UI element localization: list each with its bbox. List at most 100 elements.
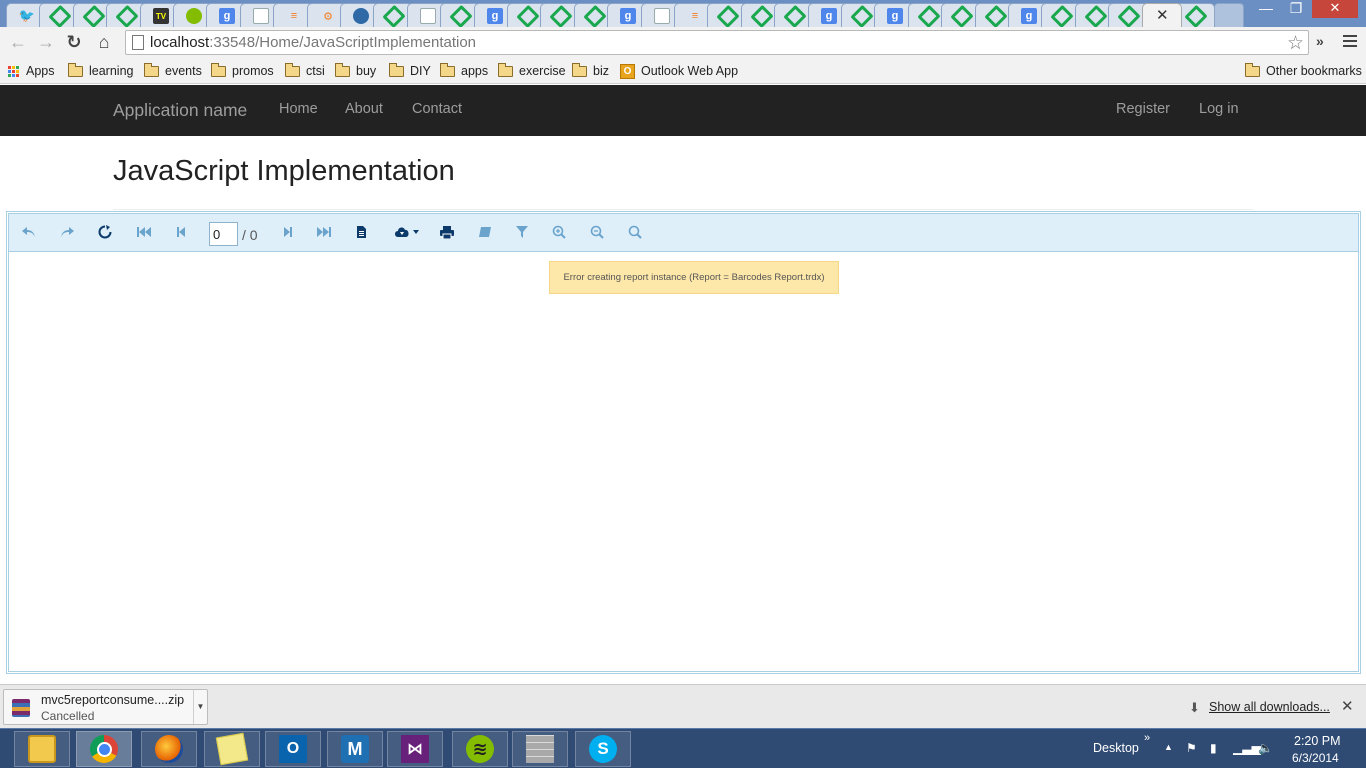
taskbar-firewall[interactable] [512,731,568,767]
next-page-icon[interactable] [278,223,298,241]
export-cloud-icon[interactable] [391,223,423,241]
tv-icon: TV [153,8,169,24]
apps-grid-icon [8,65,19,77]
undo-icon[interactable] [19,223,39,241]
folder-icon [210,62,226,77]
wifi-signal-icon[interactable]: ▁▃▅ [1233,741,1261,755]
bookmark-folder-diy[interactable]: DIY [388,62,431,80]
taskbar-m-app[interactable]: M [327,731,383,767]
taskbar-outlook[interactable]: O [265,731,321,767]
download-arrow-icon: ⬇ [1189,700,1200,715]
chevron-down-icon[interactable]: ▼ [193,690,207,724]
bookmark-star-icon[interactable]: ☆ [1287,32,1304,55]
bookmark-other[interactable]: Other bookmarks [1244,62,1362,80]
back-arrow-icon[interactable]: ← [8,32,28,52]
bookmark-folder-ctsi[interactable]: ctsi [284,62,325,80]
download-item[interactable]: mvc5reportconsume....zip Cancelled ▼ [3,689,208,725]
bookmark-folder-events[interactable]: events [143,62,202,80]
document-icon [654,8,670,24]
nav-contact[interactable]: Contact [412,101,462,117]
taskbar-firefox[interactable] [141,731,197,767]
search-icon[interactable] [625,223,645,241]
clock-date[interactable]: 6/3/2014 [1292,751,1339,765]
folder-icon [1244,62,1260,77]
menu-icon[interactable] [1342,32,1358,48]
new-tab-button[interactable] [1214,3,1244,27]
restore-button[interactable]: ❐ [1282,0,1310,18]
green-diamond-icon [1121,8,1137,24]
battery-icon[interactable]: ▮ [1210,741,1217,755]
first-page-icon[interactable] [134,223,154,241]
taskbar-chrome[interactable] [76,731,132,767]
bookmark-folder-exercise[interactable]: exercise [497,62,566,80]
nav-home[interactable]: Home [279,101,318,117]
home-icon[interactable]: ⌂ [94,32,114,52]
bookmark-folder-buy[interactable]: buy [334,62,376,80]
close-icon[interactable]: ✕ [1341,697,1354,715]
url-host: localhost [150,34,210,51]
firefox-icon [155,735,183,763]
green-diamond-icon [86,8,102,24]
folder-icon [497,62,513,77]
bookmark-folder-promos[interactable]: promos [210,62,274,80]
address-bar[interactable]: localhost:33548/Home/JavaScriptImplement… [125,30,1309,55]
folder-icon [143,62,159,77]
stackoverflow-icon: ≡ [290,10,298,22]
print-preview-icon[interactable] [475,223,495,241]
green-diamond-icon [854,8,870,24]
bookmark-label: Apps [26,64,55,78]
report-viewer-toolbar: / 0 [9,214,1358,252]
taskbar-spotify[interactable]: ≋ [452,731,508,767]
spotify-icon [186,8,202,24]
bookmark-folder-learning[interactable]: learning [67,62,133,80]
bookmark-folder-apps[interactable]: apps [439,62,488,80]
taskbar-sticky-notes[interactable] [204,731,260,767]
reload-icon[interactable]: ↻ [64,32,84,52]
extensions-overflow-icon[interactable]: » [1316,33,1324,49]
taskbar-skype[interactable]: S [575,731,631,767]
browser-tab-active[interactable]: ✕ [1142,3,1182,27]
green-diamond-icon [1088,8,1104,24]
google-icon: g [219,8,235,24]
document-map-icon[interactable] [351,223,371,241]
folder-icon [388,62,404,77]
minimize-button[interactable]: — [1252,0,1280,18]
show-all-downloads-link[interactable]: Show all downloads... [1209,700,1330,714]
url-text[interactable]: localhost:33548/Home/JavaScriptImplement… [150,34,476,51]
window-close-button[interactable]: ✕ [1312,0,1358,18]
bookmark-label: promos [232,64,274,78]
nav-register[interactable]: Register [1116,101,1170,117]
forward-arrow-icon[interactable]: → [36,32,56,52]
close-tab-icon[interactable]: ✕ [1156,6,1169,24]
tray-overflow-icon[interactable]: ▲ [1164,742,1173,752]
bookmark-folder-biz[interactable]: biz [571,62,609,80]
zoom-in-icon[interactable] [549,223,569,241]
last-page-icon[interactable] [314,223,334,241]
filter-icon[interactable] [512,223,532,241]
google-icon: g [887,8,903,24]
brand-link[interactable]: Application name [113,100,247,121]
nav-about[interactable]: About [345,101,383,117]
bookmark-apps[interactable]: Apps [8,62,55,80]
clock-time[interactable]: 2:20 PM [1294,734,1341,748]
print-icon[interactable] [437,223,457,241]
previous-page-icon[interactable] [171,223,191,241]
taskbar-file-explorer[interactable] [14,731,70,767]
redo-icon[interactable] [57,223,77,241]
bookmark-outlook[interactable]: O Outlook Web App [620,62,738,80]
zoom-out-icon[interactable] [587,223,607,241]
nav-login[interactable]: Log in [1199,101,1239,117]
action-center-flag-icon[interactable]: ⚑ [1186,741,1197,755]
folder-icon [439,62,455,77]
page-number-input[interactable] [209,222,238,246]
green-diamond-icon [453,8,469,24]
chevron-right-icon[interactable]: » [1144,732,1150,744]
desktop-toolbar-label[interactable]: Desktop [1093,741,1139,755]
download-filename: mvc5reportconsume....zip [41,693,185,707]
green-diamond-icon [1054,8,1070,24]
taskbar-visual-studio[interactable]: ⋈ [387,731,443,767]
volume-icon[interactable]: 🔈 [1258,741,1273,755]
refresh-icon[interactable] [95,223,115,241]
green-diamond-icon [787,8,803,24]
green-diamond-icon [921,8,937,24]
